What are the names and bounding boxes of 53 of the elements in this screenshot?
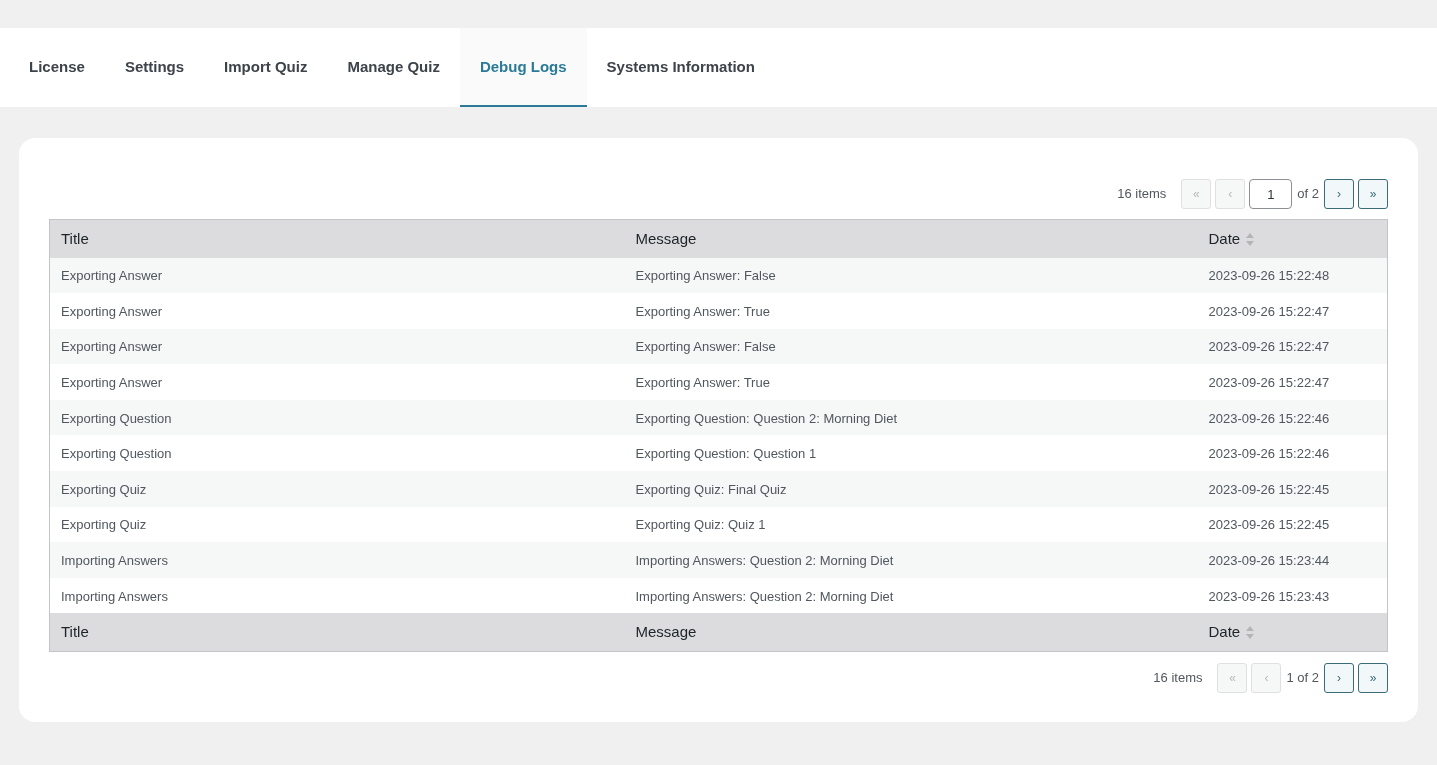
log-title: Exporting Quiz [61, 517, 147, 533]
log-title: Exporting Answer [61, 375, 163, 391]
log-message: Exporting Answer: False [635, 339, 776, 355]
sort-icon[interactable] [1246, 232, 1255, 246]
log-title: Exporting Question [61, 446, 172, 462]
log-message: Exporting Question: Question 2: Morning Diet [635, 410, 898, 426]
page-button[interactable]: » [1358, 179, 1388, 209]
log-message: Exporting Answer: True [635, 303, 770, 319]
log-message: Exporting Answer: False [635, 268, 776, 284]
log-date: 2023-09-26 15:22:48 [1208, 268, 1330, 284]
log-date: 2023-09-26 15:22:47 [1208, 303, 1330, 319]
sort-icon[interactable] [1246, 625, 1255, 639]
tab[interactable]: Manage Quiz [327, 28, 460, 107]
column-header: Title [61, 228, 89, 249]
log-date: 2023-09-26 15:23:44 [1208, 553, 1330, 569]
log-message: Exporting Quiz: Quiz 1 [635, 517, 766, 533]
log-title: Exporting Answer [61, 268, 163, 284]
log-message: Importing Answers: Question 2: Morning Diet [635, 553, 894, 569]
tab[interactable]: Debug Logs [459, 28, 587, 107]
log-message: Exporting Answer: True [635, 375, 770, 391]
tab[interactable]: License [9, 28, 105, 107]
log-date: 2023-09-26 15:22:46 [1208, 410, 1330, 426]
log-title: Exporting Question [61, 410, 172, 426]
log-title: Importing Answers [61, 553, 168, 569]
log-date: 2023-09-26 15:22:46 [1208, 446, 1330, 462]
log-date: 2023-09-26 15:22:47 [1208, 375, 1330, 391]
page-indicator: of 2 [1297, 185, 1319, 204]
log-message: Importing Answers: Question 2: Morning Diet [635, 588, 894, 604]
tab[interactable]: Import Quiz [204, 28, 328, 107]
page-button[interactable]: » [1358, 662, 1388, 693]
page-indicator: 1 of 2 [1286, 669, 1319, 688]
log-title: Exporting Quiz [61, 481, 147, 497]
column-header: Message [635, 228, 697, 249]
column-header[interactable]: Date [1208, 621, 1241, 644]
log-date: 2023-09-26 15:22:47 [1208, 339, 1330, 355]
log-date: 2023-09-26 15:22:45 [1208, 517, 1330, 533]
page-button[interactable]: › [1324, 662, 1354, 693]
log-message: Exporting Question: Question 1 [635, 446, 817, 462]
tab[interactable]: Settings [104, 28, 205, 107]
log-title: Importing Answers [61, 588, 168, 604]
log-date: 2023-09-26 15:23:43 [1208, 588, 1330, 604]
log-message: Exporting Quiz: Final Quiz [635, 481, 787, 497]
item-count: 16 items [1117, 185, 1167, 204]
page-input[interactable]: 1 [1249, 179, 1293, 209]
tab[interactable]: Systems Information [586, 28, 775, 107]
page-button[interactable]: › [1324, 179, 1354, 209]
column-header[interactable]: Date [1208, 227, 1241, 251]
column-header: Message [635, 622, 697, 643]
log-title: Exporting Answer [61, 303, 163, 319]
log-title: Exporting Answer [61, 339, 163, 355]
item-count: 16 items [1153, 669, 1203, 688]
log-date: 2023-09-26 15:22:45 [1208, 481, 1330, 497]
column-header: Title [61, 622, 89, 643]
